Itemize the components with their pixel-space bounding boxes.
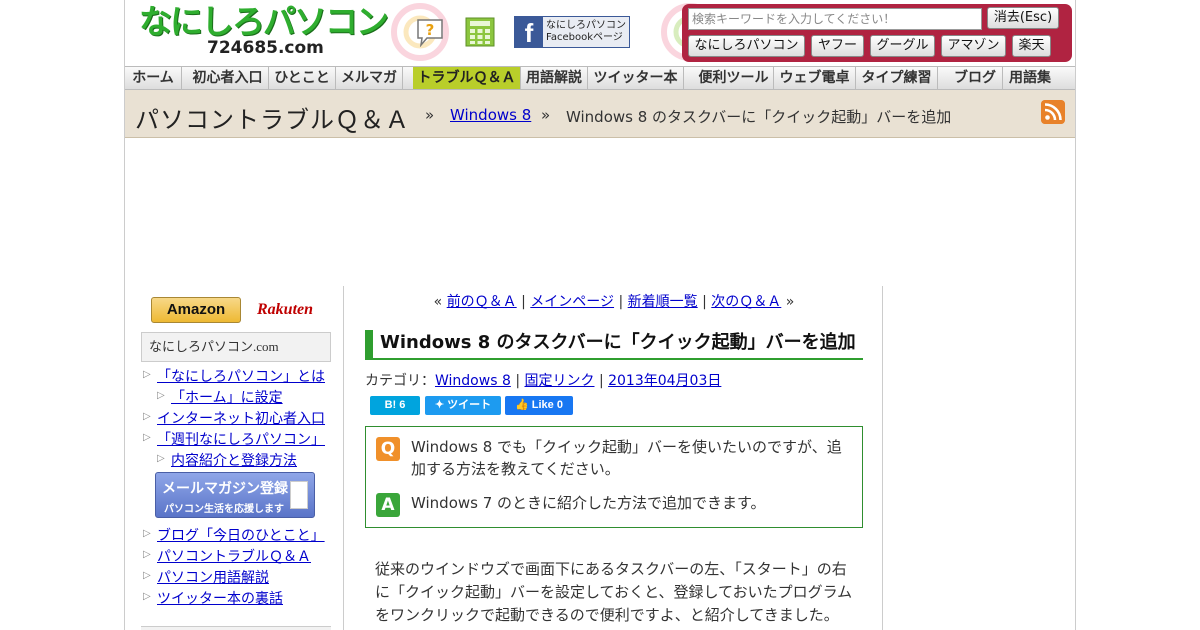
sidebar-site-heading: なにしろパソコン.com (141, 332, 331, 362)
chevron-right-icon: ▷ (143, 591, 151, 602)
sidebar-link-beginners[interactable]: インターネット初心者入口 (157, 408, 325, 428)
page: なにしろパソコン 724685.com ? f なにしろパソコン Faceboo… (0, 0, 1200, 630)
pager-main-link[interactable]: メインページ (530, 294, 614, 310)
help-bubble-icon[interactable]: ? (415, 17, 445, 47)
page-title-bar: パソコントラブルＱ＆Ａ » Windows 8 » Windows 8 のタスク… (125, 90, 1075, 138)
page-title: パソコントラブルＱ＆Ａ (135, 106, 410, 134)
article-title: Windows 8 のタスクバーに「クイック起動」バーを追加 (365, 330, 863, 360)
nav-beginners[interactable]: 初心者入口 (187, 67, 269, 89)
sidebar-box-edge (141, 626, 331, 630)
sidebar-link-blog[interactable]: ブログ「今日のひとこと」 (157, 525, 325, 545)
question-icon: Q (376, 437, 400, 461)
facebook-label: なにしろパソコン Facebookページ (546, 20, 626, 43)
search-clear-button[interactable]: 消去(Esc) (987, 7, 1059, 29)
question-text: Windows 8 でも「クイック起動」バーを使いたいのですが、追加する方法を教… (411, 438, 842, 478)
nav-hitokoto[interactable]: ひとこと (269, 67, 336, 89)
chevron-right-icon: ▷ (143, 411, 151, 422)
thumbs-up-icon: 👍 (515, 399, 532, 411)
hatena-bookmark-button[interactable]: B! 6 (370, 396, 420, 415)
site-logo-domain: 724685.com (207, 38, 324, 58)
search-input[interactable]: 検索キーワードを入力してください！ (688, 8, 982, 30)
breadcrumb-current: Windows 8 のタスクバーに「クイック起動」バーを追加 (566, 108, 952, 126)
nav-blog[interactable]: ブログ (948, 67, 1003, 89)
chevron-right-icon: ▷ (157, 390, 165, 401)
qa-box: Q Windows 8 でも「クイック起動」バーを使いたいのですが、追加する方法… (365, 426, 863, 528)
main-nav: ホーム 初心者入口 ひとこと メルマガ トラブルＱ＆Ａ 用語解説 ツイッター本 … (125, 66, 1075, 90)
facebook-page-link[interactable]: f なにしろパソコン Facebookページ (514, 16, 630, 48)
chevron-right-icon: ▷ (143, 528, 151, 539)
mail-magazine-title: メールマガジン登録 (162, 481, 288, 497)
sidebar-link-about[interactable]: 「なにしろパソコン」とは (157, 366, 325, 386)
nav-dictionary[interactable]: 用語集 (1003, 67, 1057, 89)
search-yahoo-button[interactable]: ヤフー (811, 35, 864, 57)
nav-home[interactable]: ホーム (125, 67, 182, 89)
mail-magazine-subtitle: パソコン生活を応援します (164, 504, 284, 515)
search-panel: 検索キーワードを入力してください！ 消去(Esc) なにしろパソコン ヤフー グ… (682, 4, 1072, 62)
answer-text: Windows 7 のときに紹介した方法で追加できます。 (411, 494, 766, 512)
category-link[interactable]: Windows 8 (435, 373, 511, 389)
breadcrumb-separator: » (425, 106, 435, 124)
chevron-right-icon: ▷ (143, 369, 151, 380)
site-header: なにしろパソコン 724685.com ? f なにしろパソコン Faceboo… (125, 0, 1075, 66)
permalink-link[interactable]: 固定リンク (524, 373, 594, 389)
svg-text:?: ? (426, 21, 435, 39)
breadcrumb-separator: » (541, 106, 551, 124)
nav-glossary[interactable]: 用語解説 (521, 67, 588, 89)
article-meta: カテゴリ：Windows 8 | 固定リンク | 2013年04月03日 (365, 373, 722, 389)
chevron-right-icon: ▷ (143, 432, 151, 443)
sidebar-link-glossary[interactable]: パソコン用語解説 (157, 567, 269, 587)
sidebar-link-register[interactable]: 内容紹介と登録方法 (171, 450, 297, 470)
search-rakuten-button[interactable]: 楽天 (1012, 35, 1051, 57)
site-logo[interactable]: なにしろパソコン (139, 4, 389, 40)
facebook-icon: f (515, 17, 543, 48)
pager-next-link[interactable]: 次のＱ＆Ａ (711, 294, 781, 310)
facebook-like-button[interactable]: 👍 Like 0 (505, 396, 573, 415)
answer-icon: A (376, 493, 400, 517)
pager-newest-link[interactable]: 新着順一覧 (628, 294, 698, 310)
breadcrumb: Windows 8 (450, 106, 531, 124)
qa-pager: « 前のＱ＆Ａ | メインページ | 新着順一覧 | 次のＱ＆Ａ » (433, 294, 795, 310)
nav-mailmag[interactable]: メルマガ (336, 67, 403, 89)
mail-magazine-register-button[interactable]: メールマガジン登録 パソコン生活を応援します (155, 472, 315, 518)
nav-twitter-book[interactable]: ツイッター本 (588, 67, 684, 89)
sidebar-link-trouble-qa[interactable]: パソコントラブルＱ＆Ａ (157, 546, 311, 566)
article-body: 従来のウインドウズで画面下にあるタスクバーの左、「スタート」の右に「クイック起動… (375, 560, 853, 624)
sidebar-link-twitter-book[interactable]: ツイッター本の裏話 (157, 588, 283, 608)
nav-typing[interactable]: タイプ練習 (856, 67, 938, 89)
search-site-button[interactable]: なにしろパソコン (688, 35, 805, 57)
sidebar: Amazon Rakuten なにしろパソコン.com ▷ 「なにしろパソコン」… (125, 286, 344, 630)
rakuten-link[interactable]: Rakuten (257, 301, 313, 319)
chevron-right-icon: ▷ (143, 570, 151, 581)
sidebar-link-set-home[interactable]: 「ホーム」に設定 (171, 387, 283, 407)
tweet-button[interactable]: ✦ ツイート (425, 396, 501, 415)
rss-icon[interactable] (1041, 100, 1065, 124)
search-amazon-button[interactable]: アマゾン (941, 35, 1006, 57)
sidebar-link-weekly[interactable]: 「週刊なにしろパソコン」 (157, 429, 325, 449)
nav-trouble-qa[interactable]: トラブルＱ＆Ａ (413, 67, 521, 89)
document-icon (290, 481, 308, 509)
article: « 前のＱ＆Ａ | メインページ | 新着順一覧 | 次のＱ＆Ａ » Windo… (345, 286, 883, 630)
chevron-right-icon: ▷ (157, 453, 165, 464)
chevron-right-icon: ▷ (143, 549, 151, 560)
nav-web-calculator[interactable]: ウェブ電卓 (774, 67, 856, 89)
breadcrumb-category-link[interactable]: Windows 8 (450, 106, 531, 124)
date-link[interactable]: 2013年04月03日 (608, 373, 721, 389)
search-google-button[interactable]: グーグル (870, 35, 935, 57)
pager-prev-link[interactable]: 前のＱ＆Ａ (447, 294, 517, 310)
calculator-icon[interactable] (465, 17, 495, 47)
twitter-bird-icon: ✦ (434, 399, 448, 411)
amazon-button[interactable]: Amazon (151, 297, 241, 323)
nav-tools[interactable]: 便利ツール (694, 67, 774, 89)
